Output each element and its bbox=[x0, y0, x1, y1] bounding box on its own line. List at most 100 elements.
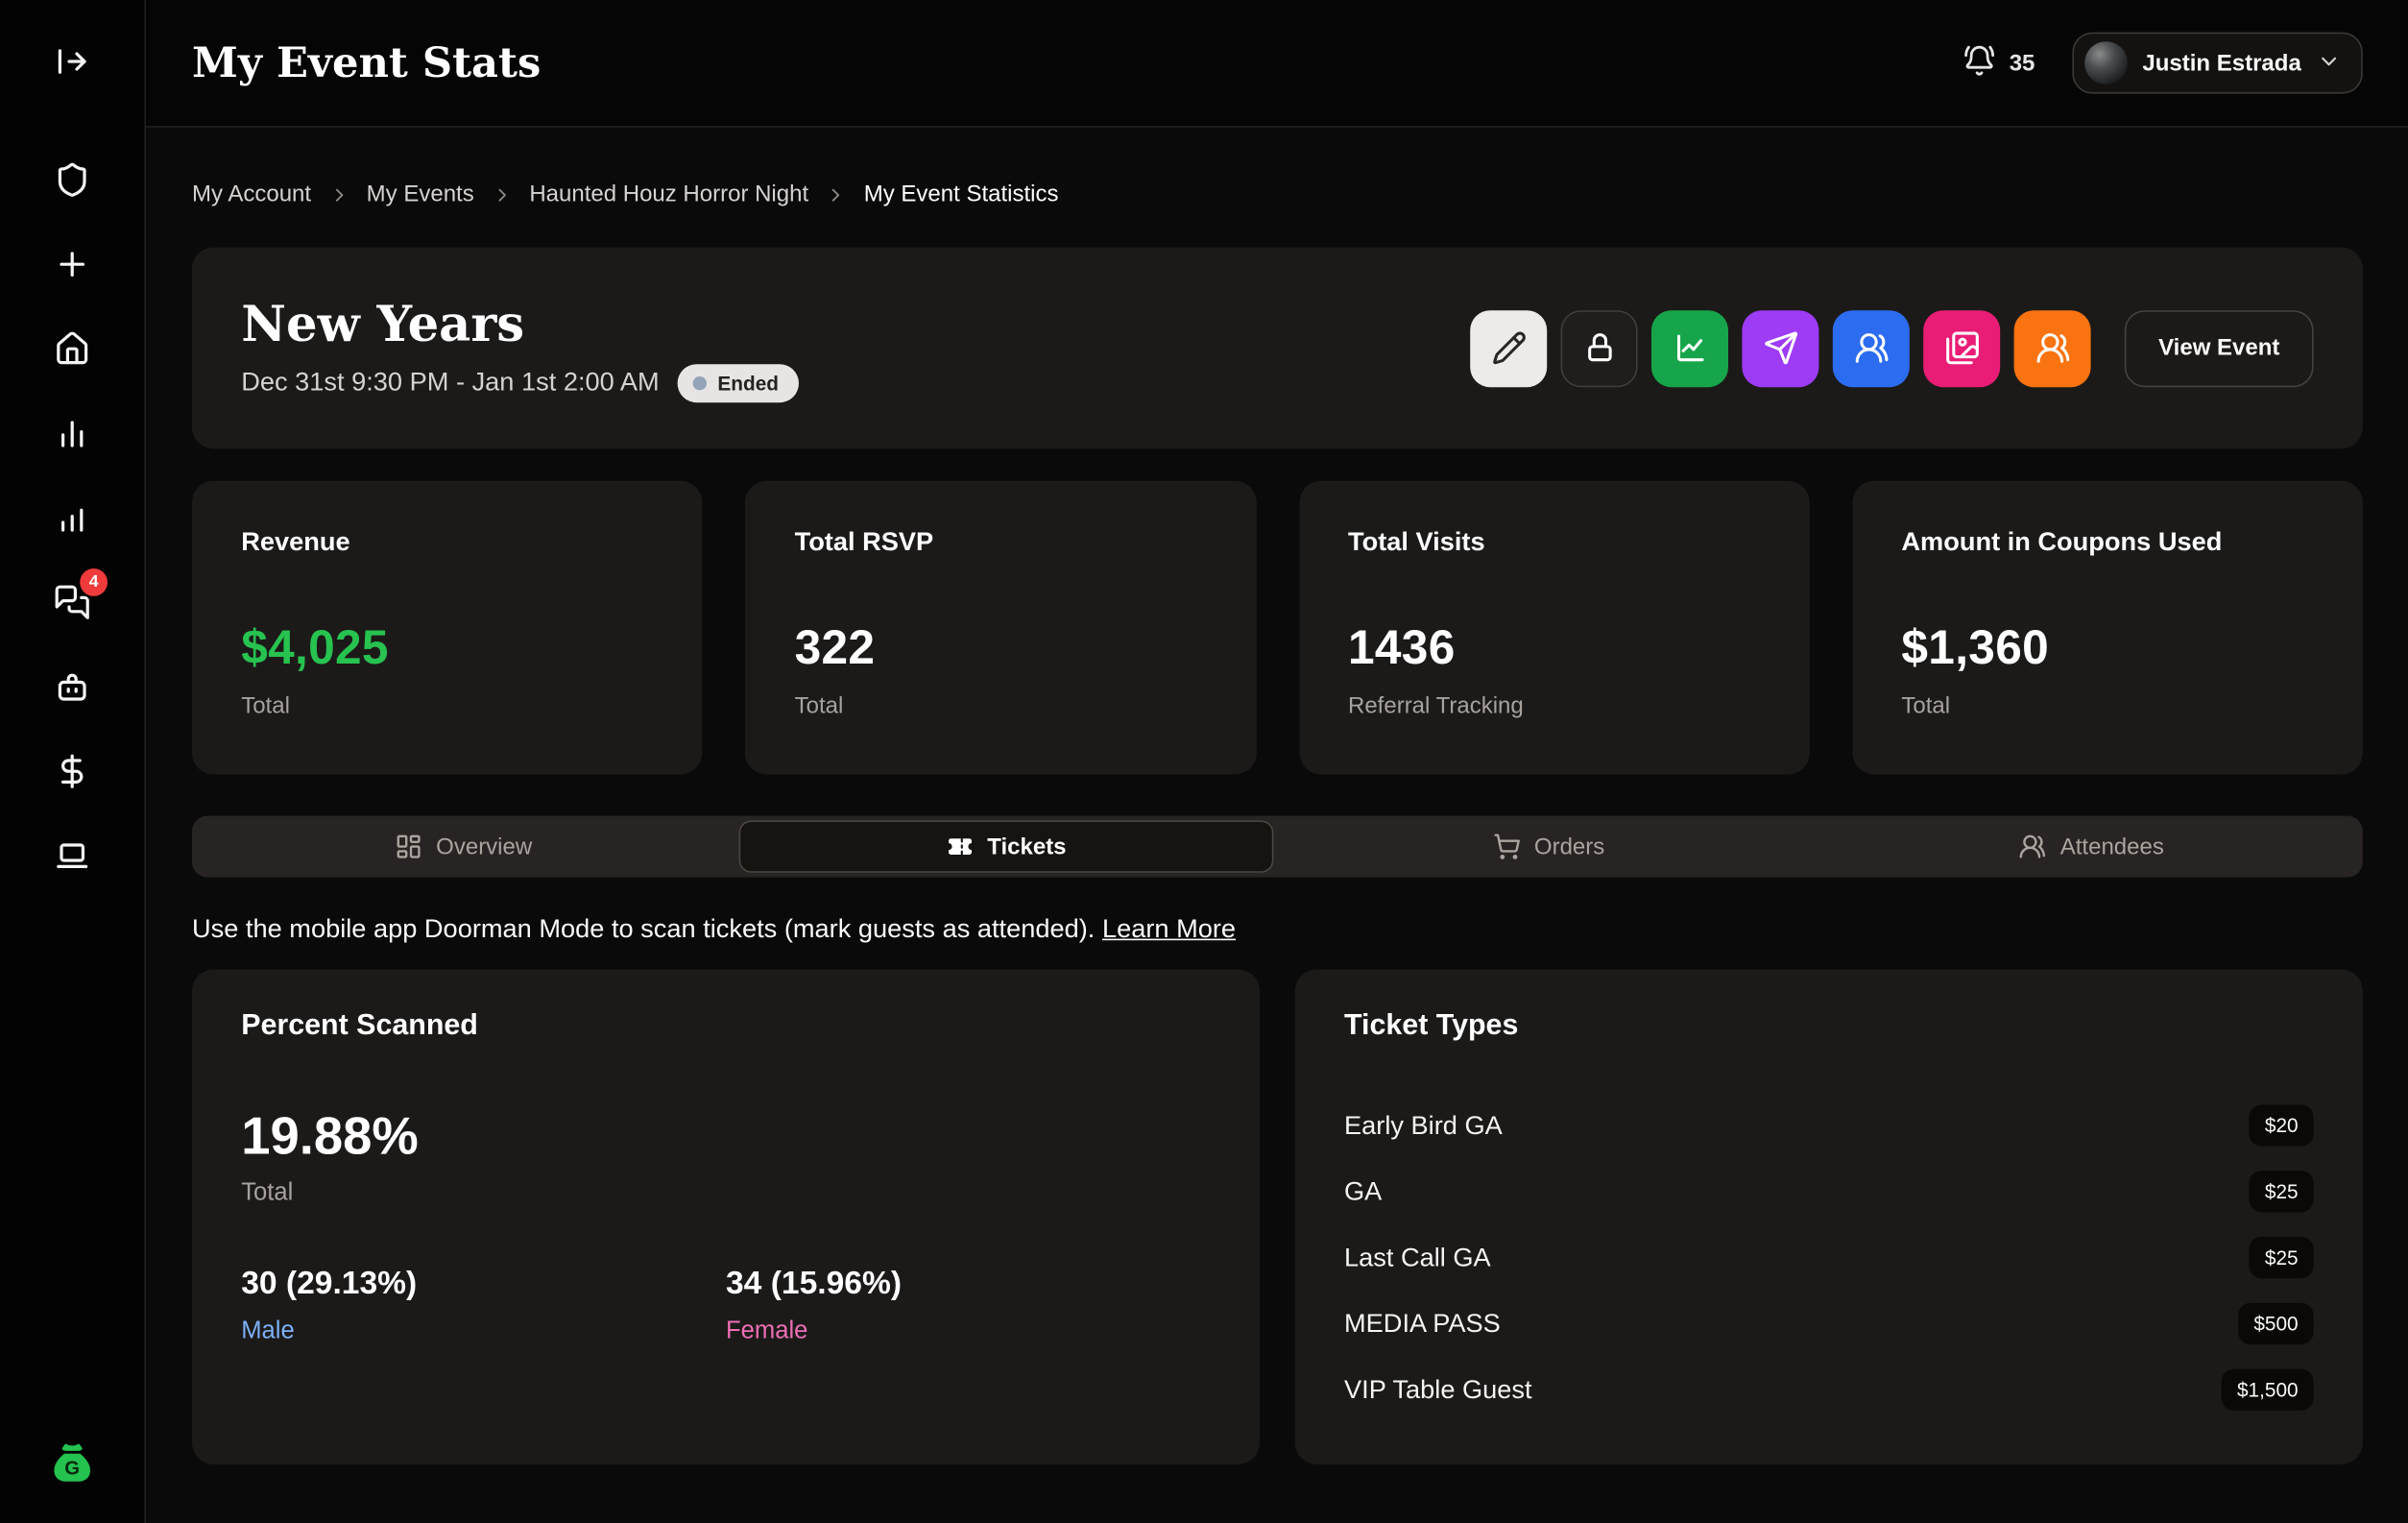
guests-button[interactable] bbox=[2014, 309, 2091, 386]
ticket-type-row: Early Bird GA$20 bbox=[1344, 1093, 2314, 1159]
tab-orders[interactable]: Orders bbox=[1277, 816, 1819, 878]
laptop-icon bbox=[54, 837, 90, 874]
price-badge: $500 bbox=[2238, 1303, 2313, 1344]
percent-scanned-panel: Percent Scanned 19.88% Total 30 (29.13%)… bbox=[192, 970, 1260, 1464]
learn-more-link[interactable]: Learn More bbox=[1102, 914, 1236, 943]
users-icon bbox=[1854, 330, 1890, 366]
user-menu-button[interactable]: Justin Estrada bbox=[2072, 33, 2363, 94]
breadcrumb-item: My Event Statistics bbox=[864, 181, 1059, 207]
tab-label: Tickets bbox=[987, 834, 1066, 859]
plus-icon bbox=[54, 246, 90, 282]
sidebar-item-chat[interactable]: 4 bbox=[54, 584, 90, 620]
sidebar-item-bot[interactable] bbox=[54, 668, 90, 705]
group-value: 34 (15.96%) bbox=[726, 1266, 1211, 1302]
event-card: New Years Dec 31st 9:30 PM - Jan 1st 2:0… bbox=[192, 248, 2363, 449]
event-info: New Years Dec 31st 9:30 PM - Jan 1st 2:0… bbox=[241, 294, 799, 401]
group-label: Female bbox=[726, 1318, 1211, 1346]
tab-label: Attendees bbox=[2060, 834, 2164, 859]
sidebar-nav: 4 bbox=[54, 161, 90, 874]
gallery-button[interactable] bbox=[1923, 309, 2000, 386]
grid-icon bbox=[395, 833, 422, 860]
edit-button[interactable] bbox=[1470, 309, 1547, 386]
breadcrumb-item[interactable]: My Events bbox=[367, 181, 474, 207]
analytics-button[interactable] bbox=[1651, 309, 1728, 386]
ticket-name: VIP Table Guest bbox=[1344, 1374, 1532, 1405]
stat-card: Amount in Coupons Used$1,360Total bbox=[1852, 481, 2363, 775]
group-value: 30 (29.13%) bbox=[241, 1266, 726, 1302]
user-name: Justin Estrada bbox=[2142, 50, 2300, 76]
stat-card: Total RSVP322Total bbox=[745, 481, 1256, 775]
ticket-type-row: MEDIA PASS$500 bbox=[1344, 1291, 2314, 1357]
doorman-note: Use the mobile app Doorman Mode to scan … bbox=[192, 914, 2363, 945]
chart-line-icon bbox=[1673, 330, 1708, 366]
bottom-panels: Percent Scanned 19.88% Total 30 (29.13%)… bbox=[192, 970, 2363, 1464]
stat-card: Total Visits1436Referral Tracking bbox=[1299, 481, 1810, 775]
sidebar-item-shield[interactable] bbox=[54, 161, 90, 198]
price-badge: $1,500 bbox=[2222, 1369, 2314, 1411]
price-badge: $20 bbox=[2250, 1104, 2314, 1146]
status-badge: Ended bbox=[678, 363, 799, 401]
view-event-button[interactable]: View Event bbox=[2125, 309, 2314, 386]
stat-value: 1436 bbox=[1348, 620, 1760, 676]
ticket-name: GA bbox=[1344, 1176, 1382, 1207]
status-label: Ended bbox=[717, 371, 779, 394]
chevron-right-icon bbox=[491, 183, 512, 205]
stat-label: Total bbox=[1901, 693, 2313, 719]
price-badge: $25 bbox=[2250, 1237, 2314, 1278]
pencil-icon bbox=[1491, 330, 1527, 366]
sidebar-item-home[interactable] bbox=[54, 330, 90, 367]
tab-overview[interactable]: Overview bbox=[192, 816, 734, 878]
cart-icon bbox=[1493, 833, 1521, 860]
home-icon bbox=[54, 330, 90, 367]
stat-label: Total bbox=[241, 693, 653, 719]
sidebar-item-plus[interactable] bbox=[54, 246, 90, 282]
gender-breakdown: 30 (29.13%) Male34 (15.96%) Female bbox=[241, 1266, 1211, 1345]
svg-text:G: G bbox=[64, 1458, 80, 1479]
stat-title: Amount in Coupons Used bbox=[1901, 527, 2313, 558]
stat-value: 322 bbox=[795, 620, 1207, 676]
ticket-name: Last Call GA bbox=[1344, 1243, 1491, 1273]
sidebar-footer: G bbox=[48, 1439, 97, 1488]
sidebar-item-dollar[interactable] bbox=[54, 753, 90, 789]
money-bag-icon[interactable]: G bbox=[48, 1439, 97, 1488]
stat-title: Total RSVP bbox=[795, 527, 1207, 558]
send-button[interactable] bbox=[1743, 309, 1819, 386]
sidebar-item-bar-chart[interactable] bbox=[54, 415, 90, 451]
event-subline: Dec 31st 9:30 PM - Jan 1st 2:00 AM Ended bbox=[241, 363, 799, 401]
event-actions: View Event bbox=[1470, 309, 2313, 386]
gender-group: 34 (15.96%) Female bbox=[726, 1266, 1211, 1345]
bar-chart-icon bbox=[54, 415, 90, 451]
percent-scanned-value: 19.88% bbox=[241, 1108, 1211, 1168]
chevron-down-icon bbox=[2317, 48, 2342, 77]
shield-icon bbox=[54, 161, 90, 198]
sidebar-item-laptop[interactable] bbox=[54, 837, 90, 874]
avatar bbox=[2084, 41, 2128, 85]
attendees-button[interactable] bbox=[1833, 309, 1910, 386]
stat-label: Referral Tracking bbox=[1348, 693, 1760, 719]
gender-group: 30 (29.13%) Male bbox=[241, 1266, 726, 1345]
breadcrumb-item[interactable]: My Account bbox=[192, 181, 311, 207]
ticket-icon bbox=[946, 833, 974, 860]
tab-attendees[interactable]: Attendees bbox=[1820, 816, 2363, 878]
panel-title: Percent Scanned bbox=[241, 1009, 1211, 1043]
logout-icon[interactable] bbox=[54, 43, 90, 80]
users-icon bbox=[2035, 330, 2070, 366]
send-icon bbox=[1763, 330, 1798, 366]
breadcrumb: My Account My Events Haunted Houz Horror N… bbox=[192, 181, 2363, 207]
lock-button[interactable] bbox=[1561, 309, 1638, 386]
unread-badge: 4 bbox=[80, 568, 108, 596]
group-label: Male bbox=[241, 1318, 726, 1346]
breadcrumb-item[interactable]: Haunted Houz Horror Night bbox=[529, 181, 808, 207]
sidebar-item-bar-chart-alt[interactable] bbox=[54, 499, 90, 536]
panel-title: Ticket Types bbox=[1344, 1009, 2314, 1043]
bot-icon bbox=[54, 668, 90, 705]
percent-scanned-label: Total bbox=[241, 1180, 1211, 1208]
notifications-button[interactable]: 35 bbox=[1963, 44, 2035, 81]
lock-icon bbox=[1581, 330, 1617, 366]
bar-chart-alt-icon bbox=[54, 499, 90, 536]
tab-tickets[interactable]: Tickets bbox=[739, 820, 1273, 872]
tab-bar: Overview Tickets Orders Attendees bbox=[192, 816, 2363, 878]
notification-count: 35 bbox=[2010, 50, 2035, 76]
chevron-right-icon bbox=[328, 183, 349, 205]
tab-label: Orders bbox=[1534, 834, 1604, 859]
